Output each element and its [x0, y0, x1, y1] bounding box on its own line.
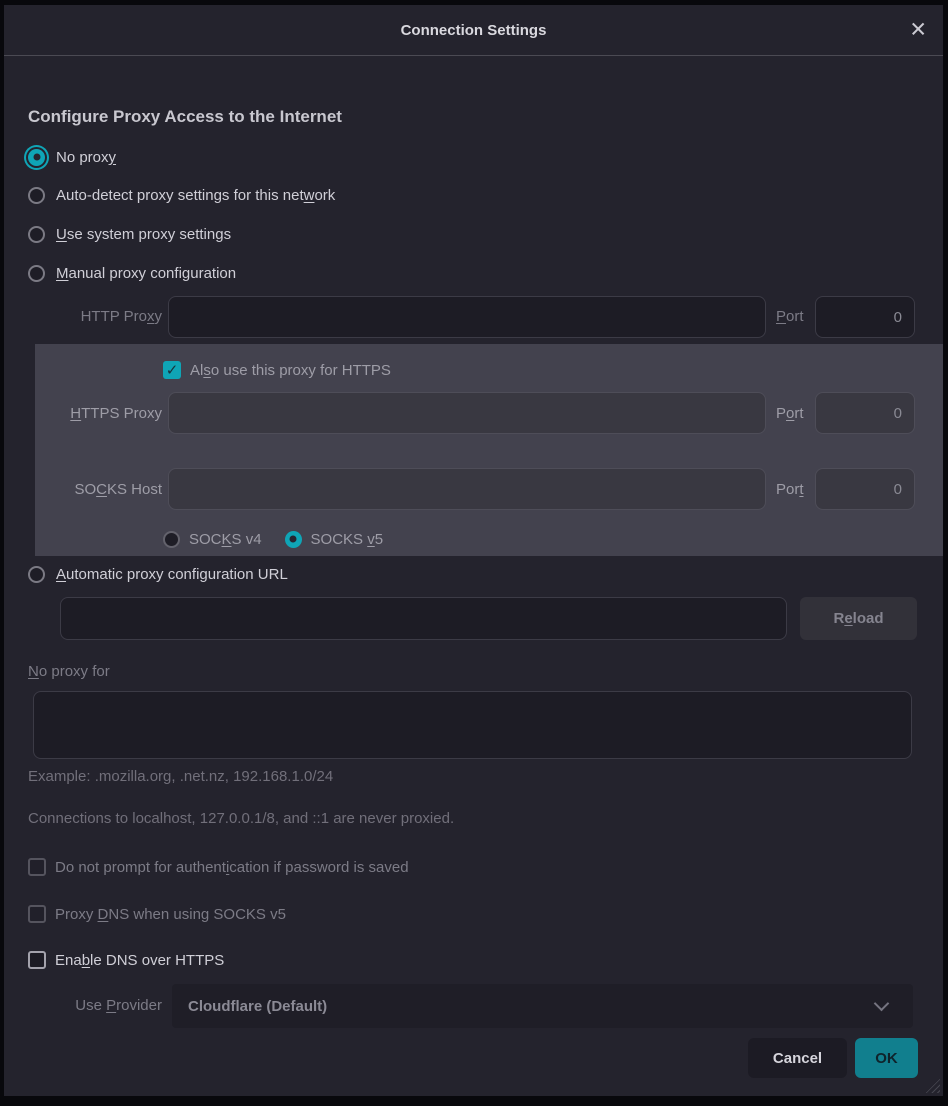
- cancel-button[interactable]: Cancel: [748, 1038, 847, 1078]
- https-port-label: Port: [776, 405, 804, 422]
- radio-socks-v5[interactable]: [285, 531, 302, 548]
- localhost-note-text: Connections to localhost, 127.0.0.1/8, a…: [28, 810, 454, 827]
- proxy-dns-row[interactable]: Proxy DNS when using SOCKS v5: [28, 901, 286, 927]
- provider-label: Use Provider: [28, 997, 162, 1014]
- provider-selected-value: Cloudflare (Default): [188, 998, 327, 1015]
- page-title: Configure Proxy Access to the Internet: [28, 107, 342, 127]
- connection-settings-dialog: Connection Settings ✕ Configure Proxy Ac…: [4, 5, 943, 1096]
- radio-auto-detect-label: Auto-detect proxy settings for this netw…: [56, 187, 335, 204]
- radio-auto-url[interactable]: [28, 566, 45, 583]
- no-prompt-auth-label: Do not prompt for authentication if pass…: [55, 859, 409, 876]
- http-proxy-label: HTTP Proxy: [28, 308, 162, 325]
- no-proxy-example-text: Example: .mozilla.org, .net.nz, 192.168.…: [28, 768, 333, 785]
- auto-url-input[interactable]: [60, 597, 787, 640]
- radio-manual-proxy[interactable]: [28, 265, 45, 282]
- close-icon[interactable]: ✕: [909, 20, 927, 41]
- socks-host-label: SOCKS Host: [28, 481, 162, 498]
- socks-port-input[interactable]: [815, 468, 915, 510]
- radio-socks-v4-label: SOCKS v4: [189, 531, 262, 548]
- radio-no-proxy-label: No proxy: [56, 149, 116, 166]
- also-https-label: Also use this proxy for HTTPS: [190, 362, 391, 379]
- radio-row-auto-detect[interactable]: Auto-detect proxy settings for this netw…: [28, 182, 335, 208]
- chevron-down-icon: [874, 996, 890, 1012]
- radio-system-proxy[interactable]: [28, 226, 45, 243]
- proxy-dns-checkbox[interactable]: [28, 905, 46, 923]
- radio-auto-url-label: Automatic proxy configuration URL: [56, 566, 288, 583]
- http-port-input[interactable]: [815, 296, 915, 338]
- no-prompt-auth-checkbox[interactable]: [28, 858, 46, 876]
- radio-row-system-proxy[interactable]: Use system proxy settings: [28, 221, 231, 247]
- radio-manual-proxy-label: Manual proxy configuration: [56, 265, 236, 282]
- https-port-input[interactable]: [815, 392, 915, 434]
- doh-checkbox[interactable]: [28, 951, 46, 969]
- https-proxy-label: HTTPS Proxy: [28, 405, 162, 422]
- doh-row[interactable]: Enable DNS over HTTPS: [28, 947, 224, 973]
- dialog-title: Connection Settings: [401, 22, 547, 39]
- doh-label: Enable DNS over HTTPS: [55, 952, 224, 969]
- radio-socks-v4[interactable]: [163, 531, 180, 548]
- socks-port-label: Port: [776, 481, 804, 498]
- https-proxy-input[interactable]: [168, 392, 766, 434]
- provider-select[interactable]: Cloudflare (Default): [172, 984, 913, 1028]
- radio-no-proxy[interactable]: [28, 149, 45, 166]
- no-prompt-auth-row[interactable]: Do not prompt for authentication if pass…: [28, 854, 409, 880]
- http-port-label: Port: [776, 308, 804, 325]
- radio-system-proxy-label: Use system proxy settings: [56, 226, 231, 243]
- no-proxy-for-textarea[interactable]: [33, 691, 912, 759]
- titlebar: Connection Settings ✕: [4, 5, 943, 56]
- radio-auto-detect[interactable]: [28, 187, 45, 204]
- also-https-row[interactable]: ✓ Also use this proxy for HTTPS: [163, 357, 391, 383]
- radio-socks-v5-label: SOCKS v5: [311, 531, 384, 548]
- radio-row-no-proxy[interactable]: No proxy: [28, 144, 116, 170]
- reload-button[interactable]: Reload: [800, 597, 917, 640]
- radio-row-manual-proxy[interactable]: Manual proxy configuration: [28, 260, 236, 286]
- radio-row-auto-url[interactable]: Automatic proxy configuration URL: [28, 561, 288, 587]
- proxy-dns-label: Proxy DNS when using SOCKS v5: [55, 906, 286, 923]
- http-proxy-input[interactable]: [168, 296, 766, 338]
- also-https-checkbox[interactable]: ✓: [163, 361, 181, 379]
- socks-v4-row[interactable]: SOCKS v4 SOCKS v5: [163, 526, 383, 552]
- ok-button[interactable]: OK: [855, 1038, 918, 1078]
- no-proxy-for-label: No proxy for: [28, 663, 110, 680]
- socks-host-input[interactable]: [168, 468, 766, 510]
- resize-grip[interactable]: [925, 1078, 940, 1093]
